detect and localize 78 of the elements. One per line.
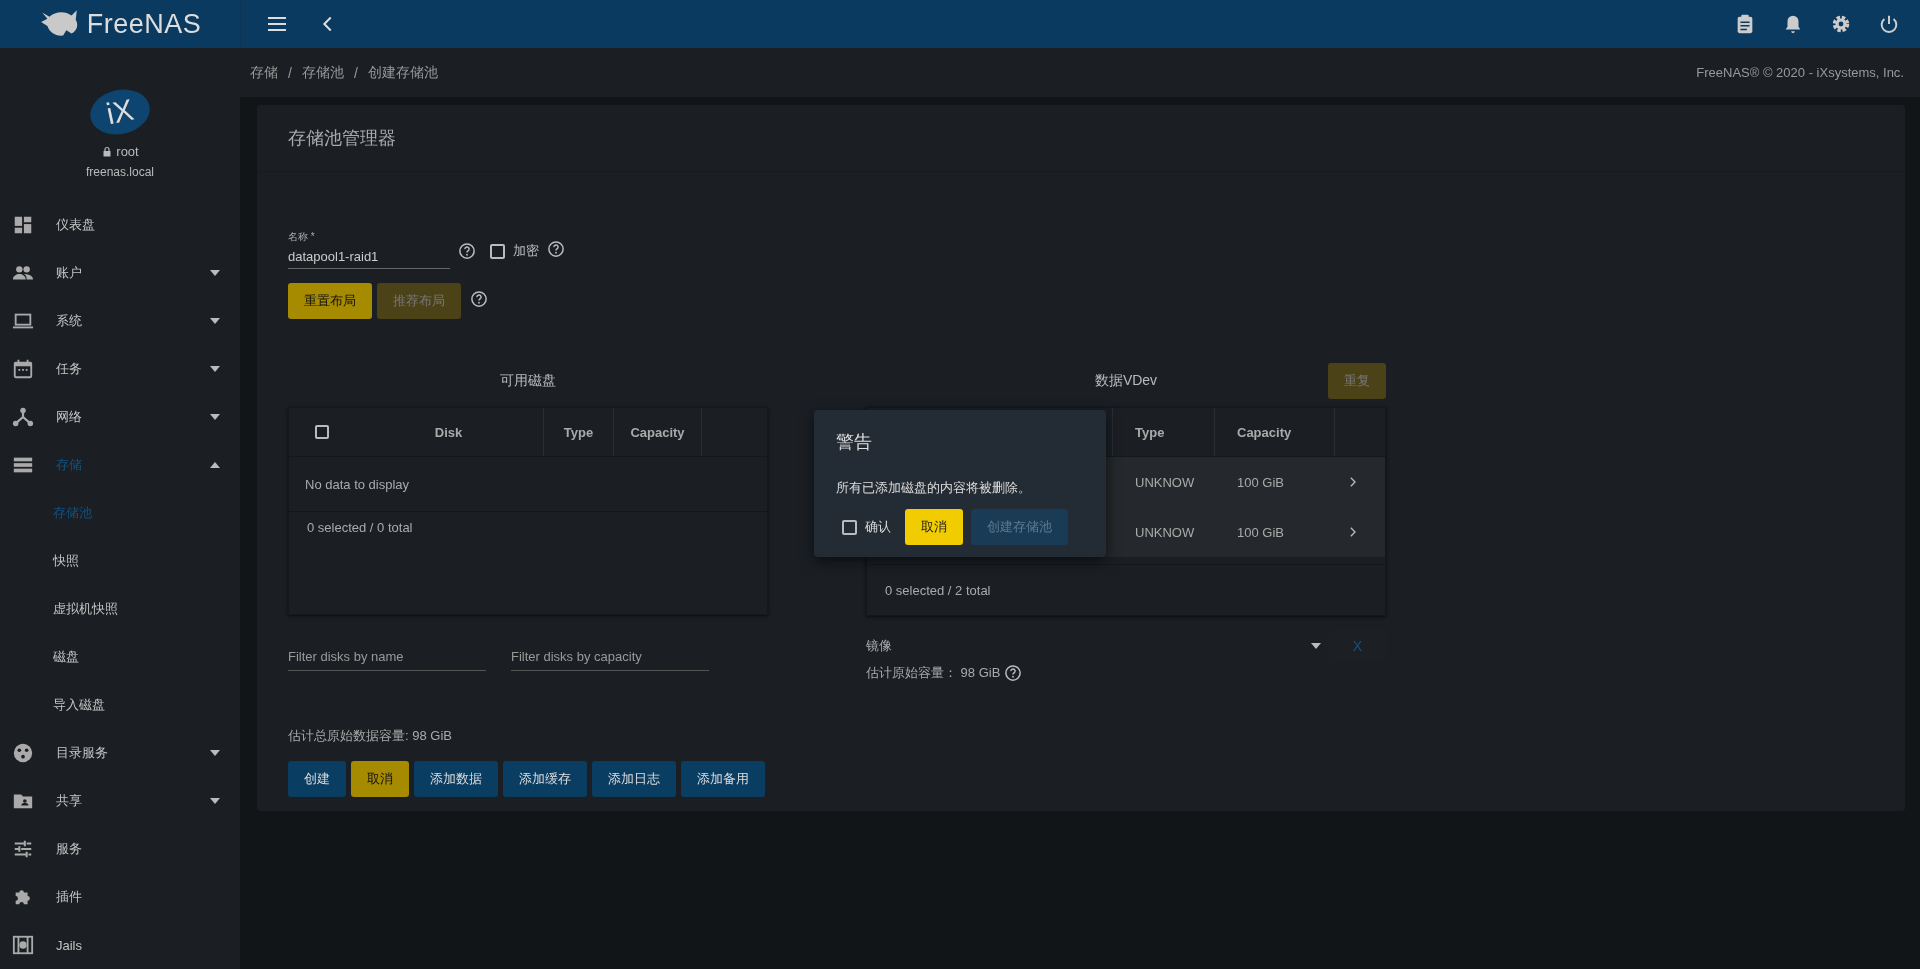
sidebar-subitem[interactable]: 导入磁盘 [0,681,240,729]
layout-select[interactable]: 镜像 [866,633,1321,659]
breadcrumb-link[interactable]: 创建存储池 [367,63,438,82]
filter-field[interactable]: Filter disks by name [288,645,486,671]
sidebar-item[interactable]: 网络 [0,393,240,441]
action-button[interactable]: 添加数据 [414,761,498,797]
sidebar-subitem[interactable]: 虚拟机快照 [0,585,240,633]
user-name: root [116,144,139,159]
action-button[interactable]: 添加备用 [681,761,765,797]
dashboard-icon [12,214,34,236]
field-label: 名称 * [288,230,316,244]
sidebar-item[interactable]: Jails [0,921,240,969]
table-cell-text: UNKNOW [1135,524,1196,540]
settings-icon [1830,13,1852,35]
sidebar-item[interactable]: 仪表盘 [0,201,240,249]
host-name: freenas.local [85,165,154,179]
table-cell-text: 100 GiB [1237,474,1285,490]
action-button[interactable]: 取消 [351,761,409,797]
checkbox-label: 加密 [513,242,539,260]
sidebar-item[interactable]: 任务 [0,345,240,393]
sidebar-item[interactable]: 系统 [0,297,240,345]
action-button[interactable]: 创建 [288,761,346,797]
action-button[interactable]: 添加缓存 [503,761,587,797]
dialog-title: 警告 [836,431,873,454]
dialog-button[interactable]: 取消 [905,509,963,545]
checkbox[interactable] [314,425,329,439]
section-title: 可用磁盘 [500,372,556,390]
lock-icon [101,145,114,158]
column-header[interactable]: Type [544,408,614,456]
name-field[interactable]: datapool1-raid1 [288,244,450,269]
calendar-icon [12,358,34,380]
power-icon [1878,13,1900,35]
help-icon [470,290,488,308]
sidebar-item[interactable]: 服务 [0,825,240,873]
sidebar-item[interactable]: 共享 [0,777,240,825]
checkbox[interactable] [842,519,857,535]
dialog-message: 所有已添加磁盘的内容将被删除。 [836,480,1032,497]
sidebar-item[interactable]: 账户 [0,249,240,297]
sidebar-subitem[interactable]: 快照 [0,537,240,585]
page-title: 存储池管理器 [288,127,396,150]
column-header[interactable]: Capacity [1215,408,1335,456]
section-title: 数据VDev [1094,372,1158,390]
column-header[interactable]: Capacity [614,408,702,456]
help-icon [1004,664,1023,682]
help-icon [547,240,565,258]
chevron-right-icon [1349,477,1356,487]
dots-circle-icon [12,742,34,764]
breadcrumb-link[interactable]: 存储池 [301,63,344,82]
network-icon [12,406,34,428]
caret-icon [1310,643,1321,649]
breadcrumb-separator: / [353,64,358,81]
jail-icon [12,934,34,956]
checkbox-label: 确认 [865,518,891,536]
copyright-text: FreeNAS® © 2020 - iXsystems, Inc. [1696,65,1904,80]
layout-button[interactable]: 重置布局 [288,283,372,319]
column-header[interactable]: Type [1113,408,1215,456]
power-button[interactable] [1878,13,1900,35]
total-capacity: 估计总原始数据容量: 98 GiB [288,727,453,745]
table-cell-text: 100 GiB [1237,524,1285,540]
brand-name: FreeNAS [86,8,202,40]
selection-count: 0 selected / 2 total [885,582,991,598]
checkbox[interactable] [490,243,505,259]
capacity-text: 估计原始容量： 98 GiB [866,664,1001,682]
breadcrumb-link[interactable]: 存储 [250,63,278,82]
column-header[interactable]: Disk [354,408,544,456]
sidebar-item[interactable]: 插件 [0,873,240,921]
table-cell-text: UNKNOW [1135,474,1196,490]
breadcrumb-separator: / [288,64,292,81]
sliders-icon [12,838,34,860]
empty-message: No data to display [305,476,410,492]
settings-button[interactable] [1830,13,1852,35]
chevron-right-icon [1349,527,1356,537]
selection-count: 0 selected / 0 total [307,520,413,535]
action-button[interactable]: 添加日志 [592,761,676,797]
filter-field[interactable]: Filter disks by capacity [511,645,709,671]
sidebar-subitem[interactable]: 磁盘 [0,633,240,681]
sidebar-item[interactable]: 目录服务 [0,729,240,777]
help-icon [458,242,476,260]
